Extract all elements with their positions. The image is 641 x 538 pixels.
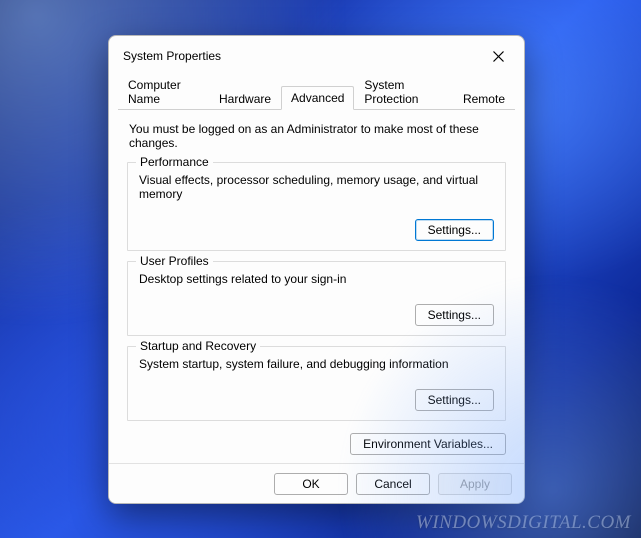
tab-content-advanced: You must be logged on as an Administrato… — [109, 110, 524, 463]
group-startup-recovery: Startup and Recovery System startup, sys… — [127, 346, 506, 421]
close-icon — [493, 51, 504, 62]
ok-button[interactable]: OK — [274, 473, 348, 495]
environment-variables-button[interactable]: Environment Variables... — [350, 433, 506, 455]
group-user-profiles: User Profiles Desktop settings related t… — [127, 261, 506, 336]
performance-settings-button[interactable]: Settings... — [415, 219, 494, 241]
group-startup-recovery-actions: Settings... — [139, 389, 494, 411]
environment-variables-row: Environment Variables... — [127, 433, 506, 455]
admin-notice: You must be logged on as an Administrato… — [129, 122, 504, 150]
close-button[interactable] — [484, 45, 512, 67]
group-performance-legend: Performance — [136, 155, 213, 169]
group-user-profiles-legend: User Profiles — [136, 254, 213, 268]
cancel-button[interactable]: Cancel — [356, 473, 430, 495]
tabs-container: Computer Name Hardware Advanced System P… — [109, 72, 524, 110]
tab-system-protection[interactable]: System Protection — [354, 73, 453, 110]
tab-hardware[interactable]: Hardware — [209, 87, 281, 110]
tab-remote[interactable]: Remote — [453, 87, 515, 110]
group-performance-desc: Visual effects, processor scheduling, me… — [139, 173, 494, 201]
dialog-footer: OK Cancel Apply — [109, 463, 524, 504]
watermark-text: WindowsDigital.com — [416, 512, 631, 533]
apply-button[interactable]: Apply — [438, 473, 512, 495]
tab-advanced[interactable]: Advanced — [281, 86, 354, 110]
watermark: WindowsDigital.com — [416, 512, 631, 534]
group-user-profiles-desc: Desktop settings related to your sign-in — [139, 272, 494, 286]
startup-recovery-settings-button[interactable]: Settings... — [415, 389, 494, 411]
user-profiles-settings-button[interactable]: Settings... — [415, 304, 494, 326]
group-performance: Performance Visual effects, processor sc… — [127, 162, 506, 251]
group-performance-actions: Settings... — [139, 219, 494, 241]
group-startup-recovery-desc: System startup, system failure, and debu… — [139, 357, 494, 371]
group-user-profiles-actions: Settings... — [139, 304, 494, 326]
system-properties-dialog: System Properties Computer Name Hardware… — [108, 35, 525, 504]
titlebar: System Properties — [109, 36, 524, 72]
dialog-title: System Properties — [123, 49, 221, 63]
tab-strip: Computer Name Hardware Advanced System P… — [118, 72, 515, 110]
tab-computer-name[interactable]: Computer Name — [118, 73, 209, 110]
group-startup-recovery-legend: Startup and Recovery — [136, 339, 260, 353]
